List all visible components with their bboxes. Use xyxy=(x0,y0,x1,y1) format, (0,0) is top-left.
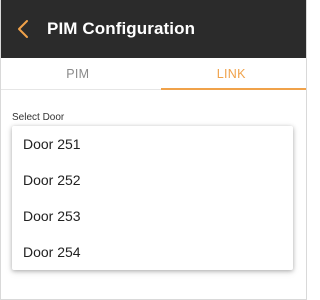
app-bar: PIM Configuration xyxy=(1,0,306,58)
door-option[interactable]: Door 253 xyxy=(12,198,293,234)
chevron-left-icon xyxy=(17,19,29,39)
tab-bar: PIM LINK xyxy=(1,58,306,90)
tab-pim[interactable]: PIM xyxy=(1,58,155,89)
tab-pim-label: PIM xyxy=(66,66,90,81)
tab-link[interactable]: LINK xyxy=(155,58,306,90)
door-option[interactable]: Door 254 xyxy=(12,234,293,270)
door-option[interactable]: Door 252 xyxy=(12,162,293,198)
select-door-label: Select Door xyxy=(12,112,65,123)
link-panel: Select Door Door 251 Door 252 Door 253 D… xyxy=(1,90,306,299)
tab-link-label: LINK xyxy=(216,66,246,81)
door-option[interactable]: Door 251 xyxy=(12,126,293,162)
page-title: PIM Configuration xyxy=(47,19,196,38)
back-button[interactable] xyxy=(1,0,45,58)
app-screen: PIM Configuration PIM LINK Select Door D… xyxy=(0,0,307,300)
door-dropdown-menu: Door 251 Door 252 Door 253 Door 254 xyxy=(12,126,293,270)
